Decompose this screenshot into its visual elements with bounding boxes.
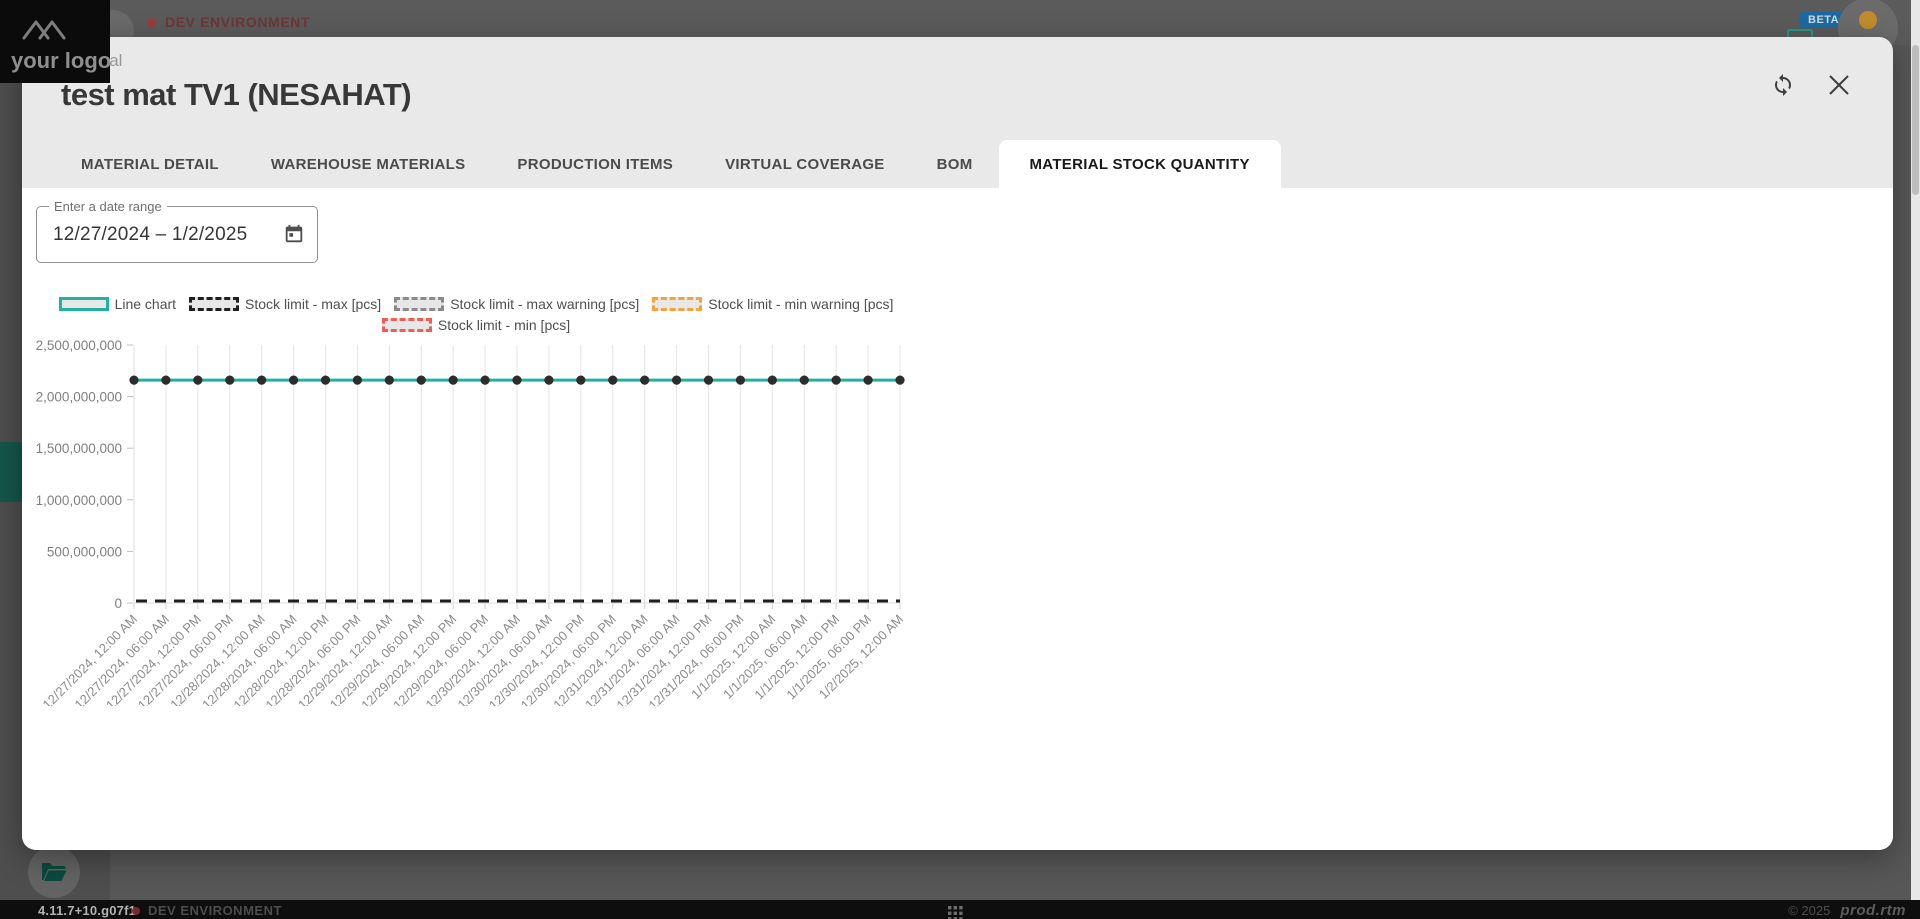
dialog-header: Material test mat TV1 (NESAHAT) (22, 37, 1893, 140)
logo-text: your logo (11, 48, 110, 74)
brand-logo: prod.rtm (1840, 902, 1906, 919)
logo-chevrons-icon (22, 12, 82, 42)
env-badge-label: DEV ENVIRONMENT (165, 14, 310, 30)
svg-text:2,500,000,000: 2,500,000,000 (36, 338, 122, 353)
material-dialog: Material test mat TV1 (NESAHAT) MATERIAL… (22, 37, 1893, 850)
app-logo[interactable]: your logo (0, 0, 110, 83)
copyright: © 2025 (1788, 903, 1830, 918)
tab-material-stock-quantity[interactable]: MATERIAL STOCK QUANTITY (999, 140, 1281, 188)
tab-bom[interactable]: BOM (911, 140, 999, 188)
env-status-dot-icon (147, 18, 156, 27)
close-icon (1827, 73, 1851, 97)
refresh-icon (1771, 73, 1795, 97)
tab-virtual-coverage[interactable]: VIRTUAL COVERAGE (699, 140, 911, 188)
stock-quantity-chart: 12/27/2024, 12:00 AM12/27/2024, 06:00 AM… (22, 306, 962, 706)
footer-env-dot-icon (132, 907, 140, 915)
open-datepicker-button[interactable] (281, 222, 307, 248)
svg-text:0: 0 (114, 596, 122, 611)
svg-text:1,000,000,000: 1,000,000,000 (36, 493, 122, 508)
date-range-field[interactable]: Enter a date range 12/27/2024 – 1/2/2025 (36, 206, 318, 263)
footer-env-label: DEV ENVIRONMENT (148, 903, 282, 918)
apps-grid-icon[interactable] (948, 906, 963, 919)
tab-panel-material-stock-quantity: Enter a date range 12/27/2024 – 1/2/2025… (22, 188, 1893, 850)
calendar-icon (283, 223, 305, 245)
status-bar: 4.11.7+10.g07f1 DEV ENVIRONMENT © 2025 p… (0, 900, 1920, 919)
tab-material-detail[interactable]: MATERIAL DETAIL (55, 140, 245, 188)
sidebar-folder-button[interactable] (28, 846, 80, 898)
scrollbar-thumb[interactable] (1912, 45, 1919, 195)
page-scrollbar[interactable] (1911, 0, 1920, 900)
dialog-title: test mat TV1 (NESAHAT) (61, 77, 411, 113)
close-button[interactable] (1827, 73, 1851, 97)
env-badge: DEV ENVIRONMENT (147, 14, 310, 30)
tab-production-items[interactable]: PRODUCTION ITEMS (491, 140, 699, 188)
date-range-value[interactable]: 12/27/2024 – 1/2/2025 (53, 224, 247, 246)
folder-open-icon (41, 861, 67, 883)
footer-env-badge: DEV ENVIRONMENT (132, 903, 282, 918)
svg-text:1,500,000,000: 1,500,000,000 (36, 441, 122, 456)
tab-warehouse-materials[interactable]: WAREHOUSE MATERIALS (245, 140, 492, 188)
refresh-button[interactable] (1771, 73, 1795, 97)
svg-text:2,000,000,000: 2,000,000,000 (36, 390, 122, 405)
app-version: 4.11.7+10.g07f1 (38, 903, 136, 918)
dialog-tabs: MATERIAL DETAILWAREHOUSE MATERIALSPRODUC… (22, 140, 1893, 188)
date-range-label: Enter a date range (49, 199, 167, 214)
svg-text:500,000,000: 500,000,000 (47, 544, 122, 559)
chart-canvas: 12/27/2024, 12:00 AM12/27/2024, 06:00 AM… (22, 306, 962, 706)
